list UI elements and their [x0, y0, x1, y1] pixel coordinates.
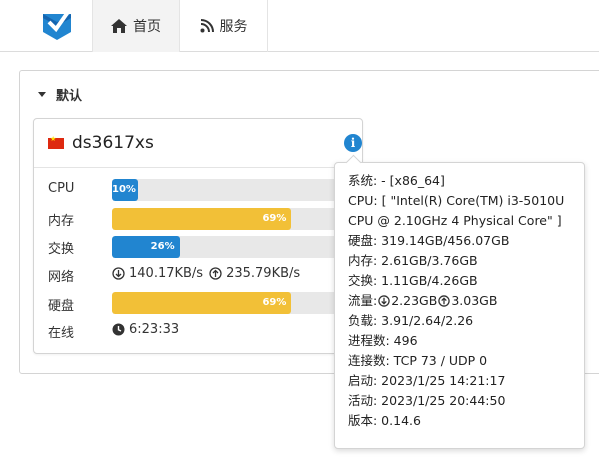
china-flag-icon [48, 135, 64, 149]
top-nav: 首页 服务 [0, 0, 599, 52]
popup-version: 版本: 0.14.6 [348, 413, 421, 428]
divider [34, 167, 362, 168]
swap-percent: 26% [150, 241, 175, 252]
arrow-down-circle-icon [378, 295, 390, 307]
net-up: 235.79KB/s [226, 266, 301, 281]
logo[interactable] [22, 0, 92, 52]
popup-load: 负载: 3.91/2.64/2.26 [348, 313, 474, 328]
disk-fill: 69% [112, 292, 292, 314]
swap-label: 交换 [48, 242, 75, 257]
popup-active: 活动: 2023/1/25 20:44:50 [348, 393, 506, 408]
popup-cpu-line1: CPU: [ "Intel(R) Core(TM) i3-5010U [348, 193, 565, 208]
caret-down-icon [38, 92, 46, 97]
home-icon [111, 19, 127, 33]
mem-label: 内存 [48, 214, 75, 229]
popup-boot: 启动: 2023/1/25 14:21:17 [348, 373, 506, 388]
popup-swap: 交换: 1.11GB/4.26GB [348, 273, 478, 288]
cpu-bar: 10% [112, 179, 372, 201]
rss-icon [200, 19, 214, 33]
net-speeds: 140.17KB/s 235.79KB/s [112, 266, 300, 281]
popup-traffic-label: 流量: [348, 293, 378, 308]
popup-system: 系统: - [x86_64] [348, 173, 445, 188]
disk-percent: 69% [262, 297, 287, 308]
cpu-percent: 10% [112, 184, 136, 195]
swap-fill: 26% [112, 236, 180, 258]
group-header[interactable]: 默认 [38, 85, 82, 104]
nav-home-label: 首页 [133, 19, 161, 35]
popup-disk: 硬盘: 319.14GB/456.07GB [348, 233, 510, 248]
logo-check-icon [43, 10, 71, 40]
popup-traffic-up: 3.03GB [451, 293, 498, 308]
arrow-up-circle-icon [209, 267, 222, 280]
nav-home[interactable]: 首页 [92, 0, 180, 52]
popup-procs: 进程数: 496 [348, 333, 418, 348]
uptime-value: 6:23:33 [129, 322, 180, 337]
net-label: 网络 [48, 270, 75, 285]
popup-traffic: 流量: 2.23GB 3.03GB [348, 291, 571, 311]
server-name: ds3617xs [72, 133, 154, 153]
swap-bar: 26% [112, 236, 372, 258]
cpu-fill: 10% [112, 179, 138, 201]
mem-bar: 69% [112, 208, 372, 230]
group-title: 默认 [56, 89, 83, 104]
server-card: ds3617xs i CPU 10% 内存 69% 交换 26% 网络 140.… [33, 118, 372, 354]
disk-bar: 69% [112, 292, 372, 314]
uptime-label: 在线 [48, 326, 75, 341]
popup-traffic-down: 2.23GB [391, 293, 438, 308]
cpu-label: CPU [48, 181, 75, 196]
arrow-up-circle-icon [438, 295, 451, 307]
popup-cpu-line2: CPU @ 2.10GHz 4 Physical Core" ] [348, 213, 562, 228]
popup-mem: 内存: 2.61GB/3.76GB [348, 253, 478, 268]
mem-percent: 69% [262, 213, 287, 224]
net-down: 140.17KB/s [129, 266, 204, 281]
info-icon[interactable]: i [344, 134, 362, 152]
mem-fill: 69% [112, 208, 292, 230]
server-info-popup: 系统: - [x86_64] CPU: [ "Intel(R) Core(TM)… [334, 162, 585, 449]
disk-label: 硬盘 [48, 299, 75, 314]
nav-services[interactable]: 服务 [180, 0, 268, 52]
popup-conns: 连接数: TCP 73 / UDP 0 [348, 353, 488, 368]
clock-icon [112, 323, 125, 336]
arrow-down-circle-icon [112, 267, 125, 280]
uptime: 6:23:33 [112, 322, 179, 337]
server-title: ds3617xs [48, 133, 154, 153]
nav-services-label: 服务 [219, 19, 248, 35]
